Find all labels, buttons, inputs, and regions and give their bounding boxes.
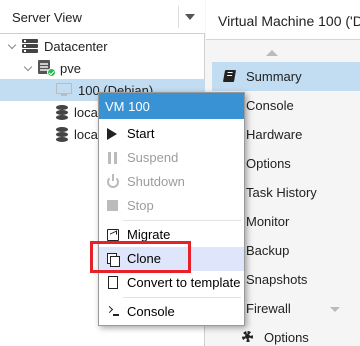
menu-item-label: Stop	[127, 198, 154, 213]
scroll-up-icon[interactable]	[266, 50, 278, 56]
tree-item-datacenter[interactable]: Datacenter	[8, 35, 108, 57]
app-root: Server View Datacenter pve 100 (Debian)	[0, 0, 360, 346]
menu-item-label: Suspend	[127, 150, 179, 165]
nav-item-label: Firewall	[246, 301, 291, 316]
nav-item-label: Task History	[246, 185, 317, 200]
status-ok-icon	[47, 68, 56, 77]
tree-item-label: Datacenter	[44, 38, 108, 54]
menu-item-label: Console	[127, 304, 175, 319]
menu-item-migrate[interactable]: Migrate	[99, 223, 244, 247]
menu-item-suspend: Suspend	[99, 146, 244, 170]
context-menu-title-text: VM 100	[105, 99, 150, 114]
power-icon	[107, 174, 119, 188]
selector-divider	[178, 6, 179, 28]
menu-item-shutdown: Shutdown	[99, 170, 244, 194]
storage-icon	[56, 104, 68, 120]
nav-item-label: Monitor	[246, 214, 290, 229]
tree-item-node[interactable]: pve	[24, 57, 81, 79]
nav-item-label: Backup	[246, 243, 290, 258]
expand-icon[interactable]	[24, 63, 34, 73]
play-icon	[107, 128, 117, 140]
tree-item-storage[interactable]: loca	[56, 101, 98, 123]
tree-item-label: loca	[74, 126, 98, 142]
view-selector[interactable]: Server View	[0, 0, 205, 34]
chevron-down-icon[interactable]	[330, 307, 340, 312]
stop-icon	[107, 200, 118, 211]
menu-item-console[interactable]: Console	[99, 300, 244, 324]
menu-item-convert-to-template[interactable]: Convert to template	[99, 271, 244, 295]
menu-item-start[interactable]: Start	[99, 122, 244, 146]
file-icon	[108, 276, 118, 289]
menu-separator	[123, 220, 241, 221]
menu-separator	[123, 297, 241, 298]
nav-item-label: Summary	[246, 69, 302, 84]
nav-item-summary[interactable]: Summary	[212, 62, 360, 91]
page-title: Virtual Machine 100 ('De	[218, 13, 360, 29]
nav-item-label: Options	[264, 330, 309, 345]
storage-icon	[56, 126, 68, 142]
expand-icon[interactable]	[8, 41, 18, 51]
menu-item-label: Start	[127, 126, 155, 141]
menu-item-stop: Stop	[99, 194, 244, 218]
tree-item-storage[interactable]: loca	[56, 123, 98, 145]
context-menu-title: VM 100	[99, 93, 244, 119]
menu-item-clone[interactable]: Clone	[99, 247, 244, 271]
vm-icon	[56, 83, 72, 97]
datacenter-icon	[22, 39, 38, 53]
nav-item-label: Options	[246, 156, 291, 171]
chevron-down-icon[interactable]	[185, 14, 195, 20]
view-selector-value: Server View	[12, 10, 82, 25]
tree-item-label: pve	[60, 60, 81, 76]
server-node-icon	[38, 60, 56, 77]
nav-item-label: Console	[246, 98, 294, 113]
gear-icon	[242, 331, 253, 342]
clone-icon	[107, 253, 120, 267]
menu-item-label: Migrate	[127, 227, 171, 242]
nav-item-label: Hardware	[246, 127, 303, 142]
nav-item-label: Snapshots	[246, 272, 308, 287]
pause-icon	[107, 152, 119, 164]
panel-header: Virtual Machine 100 ('De	[206, 0, 360, 40]
tree-item-label: loca	[74, 104, 98, 120]
menu-item-label: Clone	[127, 251, 161, 266]
send-icon	[107, 229, 119, 241]
nav-item-firewall-options[interactable]: Options	[212, 323, 360, 346]
vm-context-menu: VM 100 Start Suspend Shutdown Stop Migra…	[98, 92, 245, 326]
book-icon	[222, 70, 237, 82]
menu-item-label: Shutdown	[127, 174, 185, 189]
terminal-icon	[107, 306, 119, 318]
menu-item-label: Convert to template	[127, 275, 241, 290]
